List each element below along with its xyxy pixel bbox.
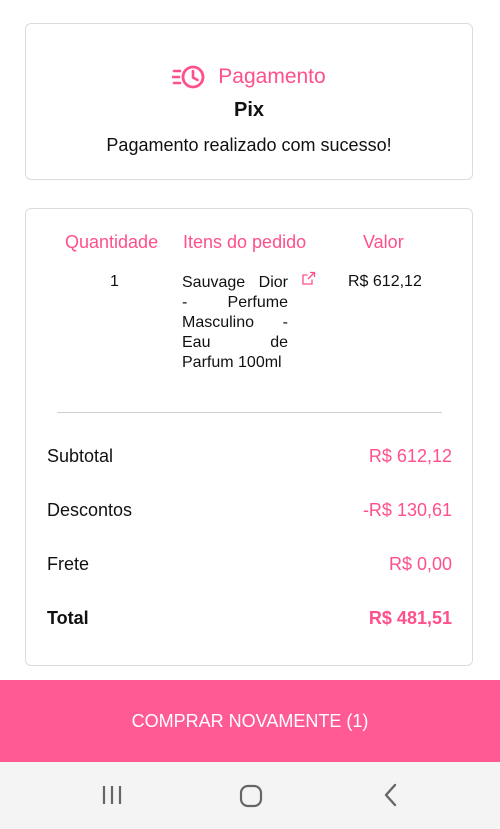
row-value: R$ 612,12: [348, 273, 422, 290]
payment-header: Pagamento: [26, 64, 472, 90]
payment-title: Pagamento: [218, 65, 326, 88]
system-nav-bar: [0, 762, 500, 829]
order-card: Quantidade Itens do pedido Valor 1 Sauva…: [25, 208, 473, 666]
total-label: Total: [47, 608, 89, 628]
external-link-icon[interactable]: [301, 271, 316, 291]
discount-value: -R$ 130,61: [362, 500, 452, 520]
buy-again-button[interactable]: COMPRAR NOVAMENTE (1): [0, 680, 500, 762]
subtotal-value: R$ 612,12: [368, 446, 452, 466]
shipping-label: Frete: [47, 554, 90, 574]
clock-fast-icon: [172, 64, 206, 90]
row-item-name[interactable]: Sauvage Dior - Perfume Masculino - Eau d…: [182, 273, 288, 373]
header-items: Itens do pedido: [183, 232, 307, 252]
discount-label: Descontos: [47, 500, 133, 520]
header-quantity: Quantidade: [65, 232, 159, 252]
recent-apps-icon[interactable]: [99, 782, 125, 813]
payment-card: Pagamento Pix Pagamento realizado com su…: [25, 23, 473, 180]
row-quantity: 1: [110, 273, 119, 290]
home-icon[interactable]: [237, 782, 265, 815]
back-icon[interactable]: [378, 782, 404, 813]
subtotal-label: Subtotal: [47, 446, 114, 466]
payment-status: Pagamento realizado com sucesso!: [106, 135, 392, 155]
header-value: Valor: [363, 232, 404, 252]
total-value: R$ 481,51: [368, 608, 452, 628]
payment-method: Pix: [233, 99, 265, 121]
shipping-value: R$ 0,00: [388, 554, 452, 574]
divider: [57, 412, 442, 413]
